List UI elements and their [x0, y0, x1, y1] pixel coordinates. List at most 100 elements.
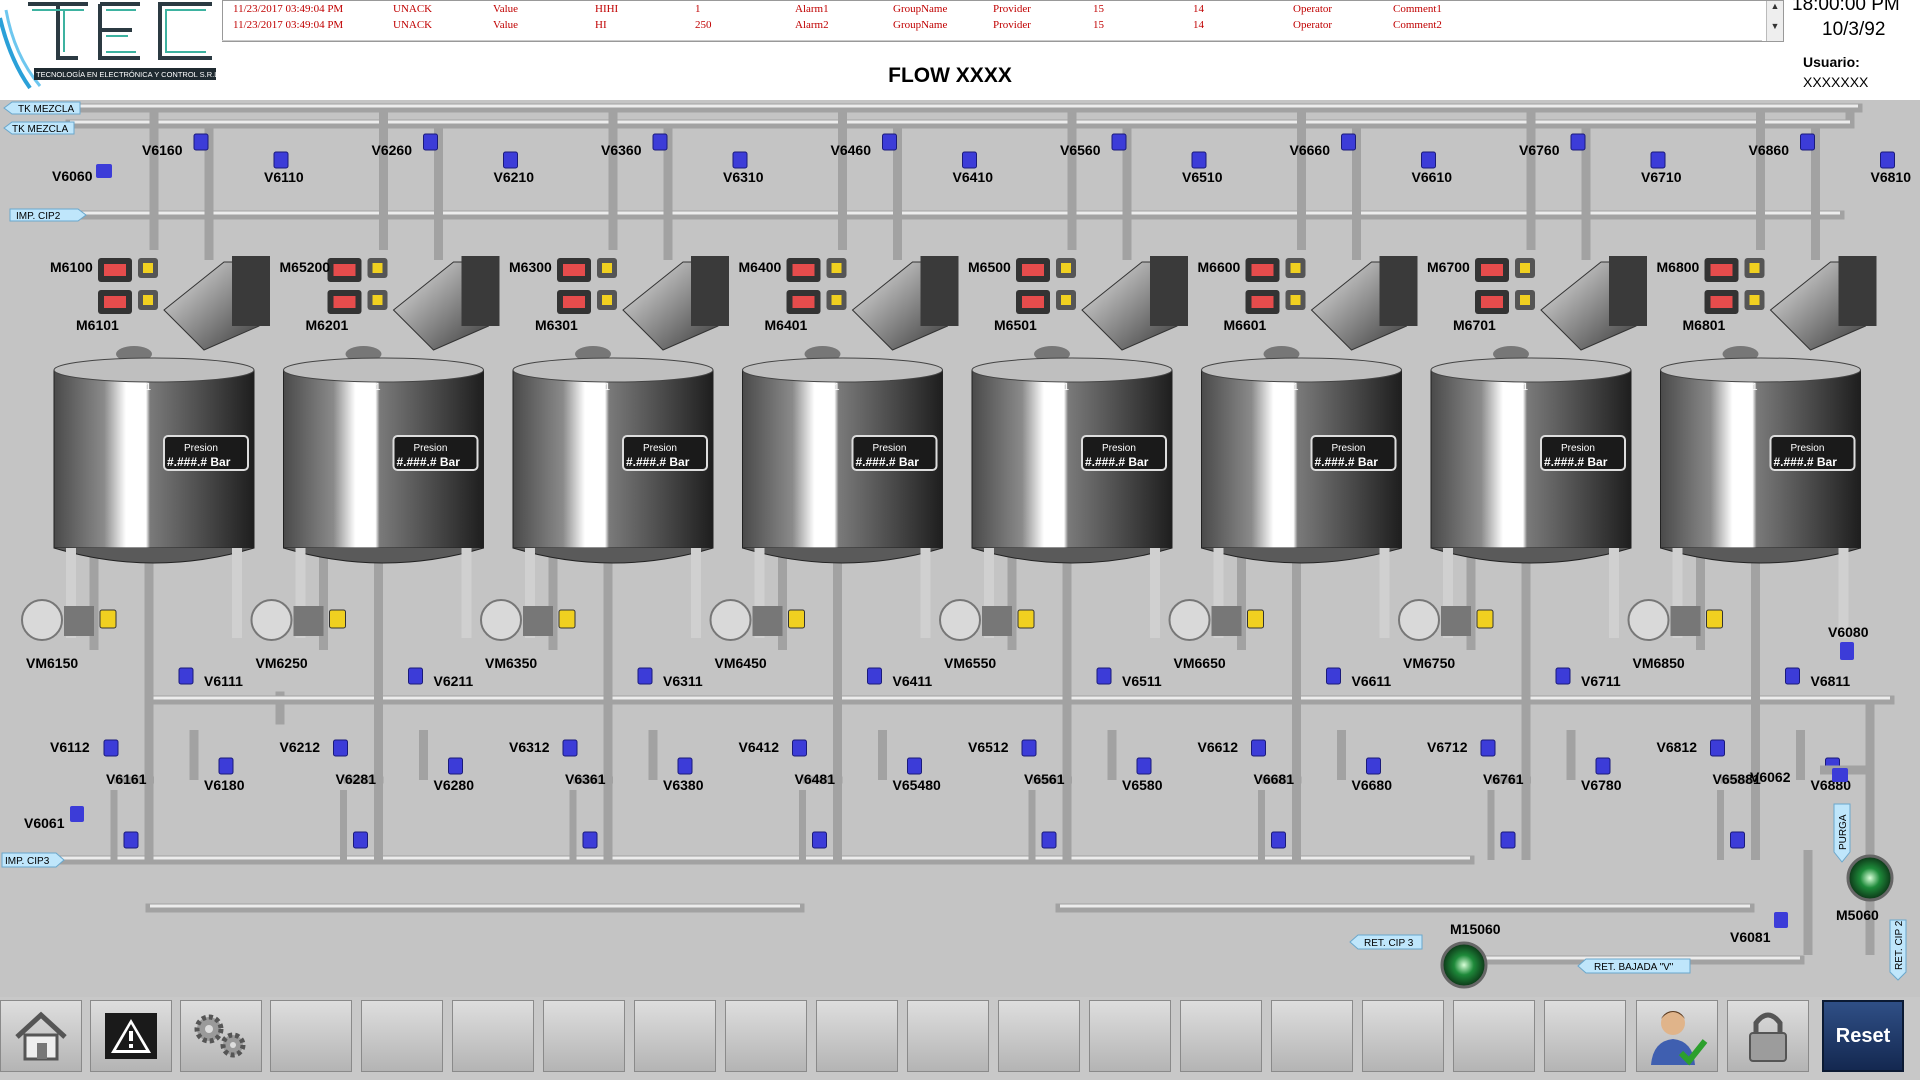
valve-low[interactable]: [792, 739, 807, 757]
valve-low[interactable]: [1480, 739, 1496, 757]
toolbar-slot-11[interactable]: [1180, 1000, 1262, 1072]
valve-bot[interactable]: [123, 831, 139, 849]
reset-button[interactable]: Reset: [1822, 1000, 1904, 1072]
pump-vm[interactable]: [250, 599, 293, 641]
alarms-button[interactable]: [90, 1000, 172, 1072]
valve-top[interactable]: [882, 133, 897, 151]
valve-bot[interactable]: [353, 831, 368, 849]
valve-side[interactable]: [503, 151, 518, 169]
valve-out[interactable]: [1096, 667, 1112, 685]
valve-v6060[interactable]: [96, 164, 112, 178]
toolbar-slot-10[interactable]: [1089, 1000, 1171, 1072]
valve-top[interactable]: [423, 133, 438, 151]
valve-side[interactable]: [1421, 151, 1436, 169]
valve-side[interactable]: [1650, 151, 1666, 169]
toolbar-slot-6[interactable]: [725, 1000, 807, 1072]
toolbar-slot-8[interactable]: [907, 1000, 989, 1072]
valve-drain[interactable]: [1366, 757, 1381, 775]
valve-drain[interactable]: [1136, 757, 1152, 775]
valve-side[interactable]: [962, 151, 977, 169]
valve-low[interactable]: [333, 739, 348, 757]
toolbar-slot-5[interactable]: [634, 1000, 716, 1072]
valve-out[interactable]: [1326, 667, 1341, 685]
valve-out[interactable]: [1555, 667, 1571, 685]
valve-bot[interactable]: [1730, 831, 1745, 849]
user-button[interactable]: [1636, 1000, 1718, 1072]
pump-vm[interactable]: [1627, 599, 1670, 641]
pump-vm[interactable]: [709, 599, 752, 641]
tag-top-valve: V6660: [1290, 142, 1331, 158]
tank-sc-label: SC01: [1044, 382, 1069, 393]
valve-low[interactable]: [562, 739, 578, 757]
settings-button[interactable]: [180, 1000, 262, 1072]
valve-out[interactable]: [637, 667, 653, 685]
valve-drain[interactable]: [907, 757, 922, 775]
valve-low[interactable]: [1021, 739, 1037, 757]
valve-bot[interactable]: [812, 831, 827, 849]
tag-top-valve: V6460: [831, 142, 872, 158]
valve-side[interactable]: [732, 151, 748, 169]
valve-top[interactable]: [652, 133, 668, 151]
valve-top[interactable]: [1570, 133, 1586, 151]
valve-drain[interactable]: [1595, 757, 1611, 775]
toolbar-slot-13[interactable]: [1362, 1000, 1444, 1072]
toolbar-slot-2[interactable]: [361, 1000, 443, 1072]
pump-vm[interactable]: [1168, 599, 1211, 641]
toolbar-slot-3[interactable]: [452, 1000, 534, 1072]
valve-bot[interactable]: [1500, 831, 1516, 849]
valve-bot[interactable]: [1041, 831, 1057, 849]
valve-v6062[interactable]: [1832, 768, 1848, 782]
valve-top[interactable]: [1341, 133, 1356, 151]
tank-bottom: [1201, 547, 1402, 564]
valve-side[interactable]: [1191, 151, 1207, 169]
tag-pump: VM6550: [944, 655, 996, 671]
pump-vm[interactable]: [480, 599, 522, 641]
toolbar-slot-15[interactable]: [1544, 1000, 1626, 1072]
toolbar-slot-4[interactable]: [543, 1000, 625, 1072]
tag-motor-top: M6700: [1427, 259, 1470, 275]
valve-low[interactable]: [1710, 739, 1725, 757]
tank-unit: SC01 Presion#.###.# Bar V6760 V6710 M6700 M67…: [1398, 108, 1682, 860]
valve-low[interactable]: [103, 739, 119, 757]
valve-out[interactable]: [867, 667, 882, 685]
tag-motor-top: M6600: [1198, 259, 1241, 275]
toolbar-slot-14[interactable]: [1453, 1000, 1535, 1072]
valve-bot[interactable]: [1271, 831, 1286, 849]
pump-status-lamp: [558, 609, 576, 629]
pump-m5060[interactable]: [1846, 854, 1894, 902]
lock-button[interactable]: [1727, 1000, 1809, 1072]
pump-vm[interactable]: [1398, 599, 1440, 641]
tag-side-valve: V6510: [1182, 169, 1223, 185]
pump-m15060[interactable]: [1440, 941, 1488, 989]
pump-vm[interactable]: [21, 599, 63, 641]
valve-v6080[interactable]: [1840, 642, 1854, 660]
valve-side[interactable]: [273, 151, 289, 169]
home-button[interactable]: [0, 1000, 82, 1072]
toolbar-slot-9[interactable]: [998, 1000, 1080, 1072]
valve-low[interactable]: [1251, 739, 1266, 757]
valve-drain[interactable]: [677, 757, 693, 775]
toolbar-slot-7[interactable]: [816, 1000, 898, 1072]
pressure-label: Presion: [1561, 443, 1595, 454]
valve-drain[interactable]: [448, 757, 463, 775]
valve-top[interactable]: [1800, 133, 1815, 151]
valve-v6061[interactable]: [70, 806, 84, 822]
valve-out[interactable]: [1785, 667, 1800, 685]
valve-top[interactable]: [193, 133, 209, 151]
valve-drain[interactable]: [218, 757, 234, 775]
tag-motor-bot: M6101: [76, 317, 119, 333]
valve-top[interactable]: [1111, 133, 1127, 151]
tank-bottom: [283, 547, 484, 564]
valve-v6081[interactable]: [1774, 912, 1788, 928]
toolbar-slot-1[interactable]: [270, 1000, 352, 1072]
tag-motor-top: M65200: [280, 259, 331, 275]
toolbar-slot-12[interactable]: [1271, 1000, 1353, 1072]
valve-bot[interactable]: [582, 831, 598, 849]
valve-out[interactable]: [408, 667, 423, 685]
tank-top: [1430, 357, 1632, 383]
tag-motor-bot: M6401: [765, 317, 808, 333]
tag-pump: VM6150: [26, 655, 78, 671]
valve-side[interactable]: [1880, 151, 1895, 169]
valve-out[interactable]: [178, 667, 194, 685]
pump-vm[interactable]: [939, 599, 981, 641]
